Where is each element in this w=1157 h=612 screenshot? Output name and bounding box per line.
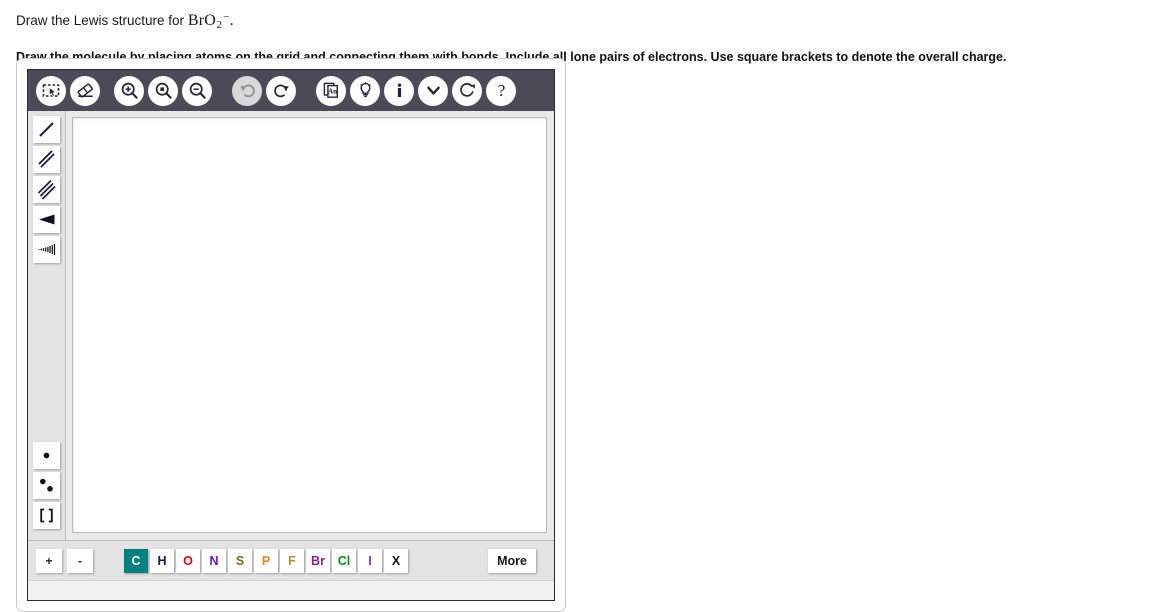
select-tool[interactable] xyxy=(36,75,66,106)
element-button-o[interactable]: O xyxy=(176,548,200,573)
hash-bond-icon xyxy=(38,244,56,255)
editor-inner-panel: An ? + - C H O N S P F Br Cl I X More xyxy=(27,69,555,601)
zoom-fit-tool[interactable] xyxy=(148,75,178,106)
triple-bond-icon xyxy=(37,179,56,200)
info-button[interactable] xyxy=(384,75,414,106)
erase-tool[interactable] xyxy=(70,75,100,106)
prompt-text: Draw the Lewis structure for xyxy=(16,12,185,28)
zoom-out-tool[interactable] xyxy=(182,75,212,106)
element-button-group: C H O N S P F Br Cl I X xyxy=(124,548,410,573)
template-button[interactable]: An xyxy=(316,75,346,106)
wedge-bond-icon xyxy=(39,214,55,225)
element-button-p[interactable]: P xyxy=(254,548,278,573)
triple-bond-tool[interactable] xyxy=(33,176,60,203)
double-bond-icon xyxy=(38,150,55,168)
help-button[interactable]: ? xyxy=(486,75,516,106)
hint-button[interactable] xyxy=(350,75,380,106)
single-dot-icon xyxy=(43,452,50,459)
element-button-i[interactable]: I xyxy=(358,548,382,573)
dropdown-button[interactable] xyxy=(418,75,448,106)
formula-charge: − xyxy=(223,11,230,23)
element-button-s[interactable]: S xyxy=(228,548,252,573)
reset-button[interactable] xyxy=(452,75,482,106)
wedge-bond-tool[interactable] xyxy=(33,206,60,233)
redo-arrow-icon xyxy=(273,84,289,98)
formula-element-o: O xyxy=(204,11,216,29)
info-icon xyxy=(397,83,401,97)
single-bond-tool[interactable] xyxy=(33,116,60,143)
element-button-n[interactable]: N xyxy=(202,548,226,573)
increase-charge-button[interactable]: + xyxy=(36,548,62,573)
single-electron-tool[interactable] xyxy=(33,442,60,469)
refresh-icon xyxy=(459,83,475,97)
svg-text:?: ? xyxy=(497,81,505,100)
lewis-structure-editor: An ? + - C H O N S P F Br Cl I X More xyxy=(16,58,566,612)
element-button-f[interactable]: F xyxy=(280,548,304,573)
undo-button[interactable] xyxy=(232,75,262,106)
formula-subscript: 2 xyxy=(216,19,223,32)
drawing-canvas[interactable] xyxy=(72,117,547,533)
zoom-in-tool[interactable] xyxy=(114,75,144,106)
electron-tool-group xyxy=(33,442,60,540)
single-bond-icon xyxy=(39,122,54,137)
zoom-out-icon xyxy=(189,82,206,99)
redo-button[interactable] xyxy=(266,75,296,106)
bond-tool-rail xyxy=(28,111,66,540)
question-area: Draw the Lewis structure for BrO2−. Draw… xyxy=(0,0,1157,66)
element-button-x[interactable]: X xyxy=(384,548,408,573)
lone-pair-tool[interactable] xyxy=(33,472,60,499)
decrease-charge-button[interactable]: - xyxy=(67,548,93,573)
document-text-icon: An xyxy=(323,82,338,98)
chemical-formula: BrO2−. xyxy=(187,11,234,32)
double-bond-tool[interactable] xyxy=(33,146,60,173)
element-palette: + - C H O N S P F Br Cl I X More xyxy=(28,540,554,580)
brackets-icon xyxy=(40,508,53,523)
editor-toolbar: An ? xyxy=(28,70,554,111)
zoom-fit-icon xyxy=(155,82,172,99)
svg-text:An: An xyxy=(328,88,337,96)
two-dots-icon xyxy=(40,478,53,492)
undo-arrow-icon xyxy=(239,84,255,98)
chevron-down-icon xyxy=(426,86,440,95)
canvas-wrapper xyxy=(66,111,554,540)
element-button-h[interactable]: H xyxy=(150,548,174,573)
editor-body xyxy=(28,111,554,540)
zoom-in-icon xyxy=(121,82,138,99)
select-marquee-icon xyxy=(42,83,60,97)
element-button-c[interactable]: C xyxy=(124,548,148,573)
hash-bond-tool[interactable] xyxy=(33,236,60,263)
lightbulb-icon xyxy=(359,82,371,98)
brackets-tool[interactable] xyxy=(33,502,60,529)
eraser-icon xyxy=(77,83,93,98)
question-mark-icon: ? xyxy=(497,81,505,100)
more-elements-button[interactable]: More xyxy=(488,548,536,573)
question-prompt: Draw the Lewis structure for BrO2−. xyxy=(16,8,1157,34)
formula-element-br: Br xyxy=(187,11,205,29)
editor-footer-strip xyxy=(28,580,554,600)
element-button-br[interactable]: Br xyxy=(306,548,330,573)
formula-period: . xyxy=(229,11,234,29)
element-button-cl[interactable]: Cl xyxy=(332,548,356,573)
